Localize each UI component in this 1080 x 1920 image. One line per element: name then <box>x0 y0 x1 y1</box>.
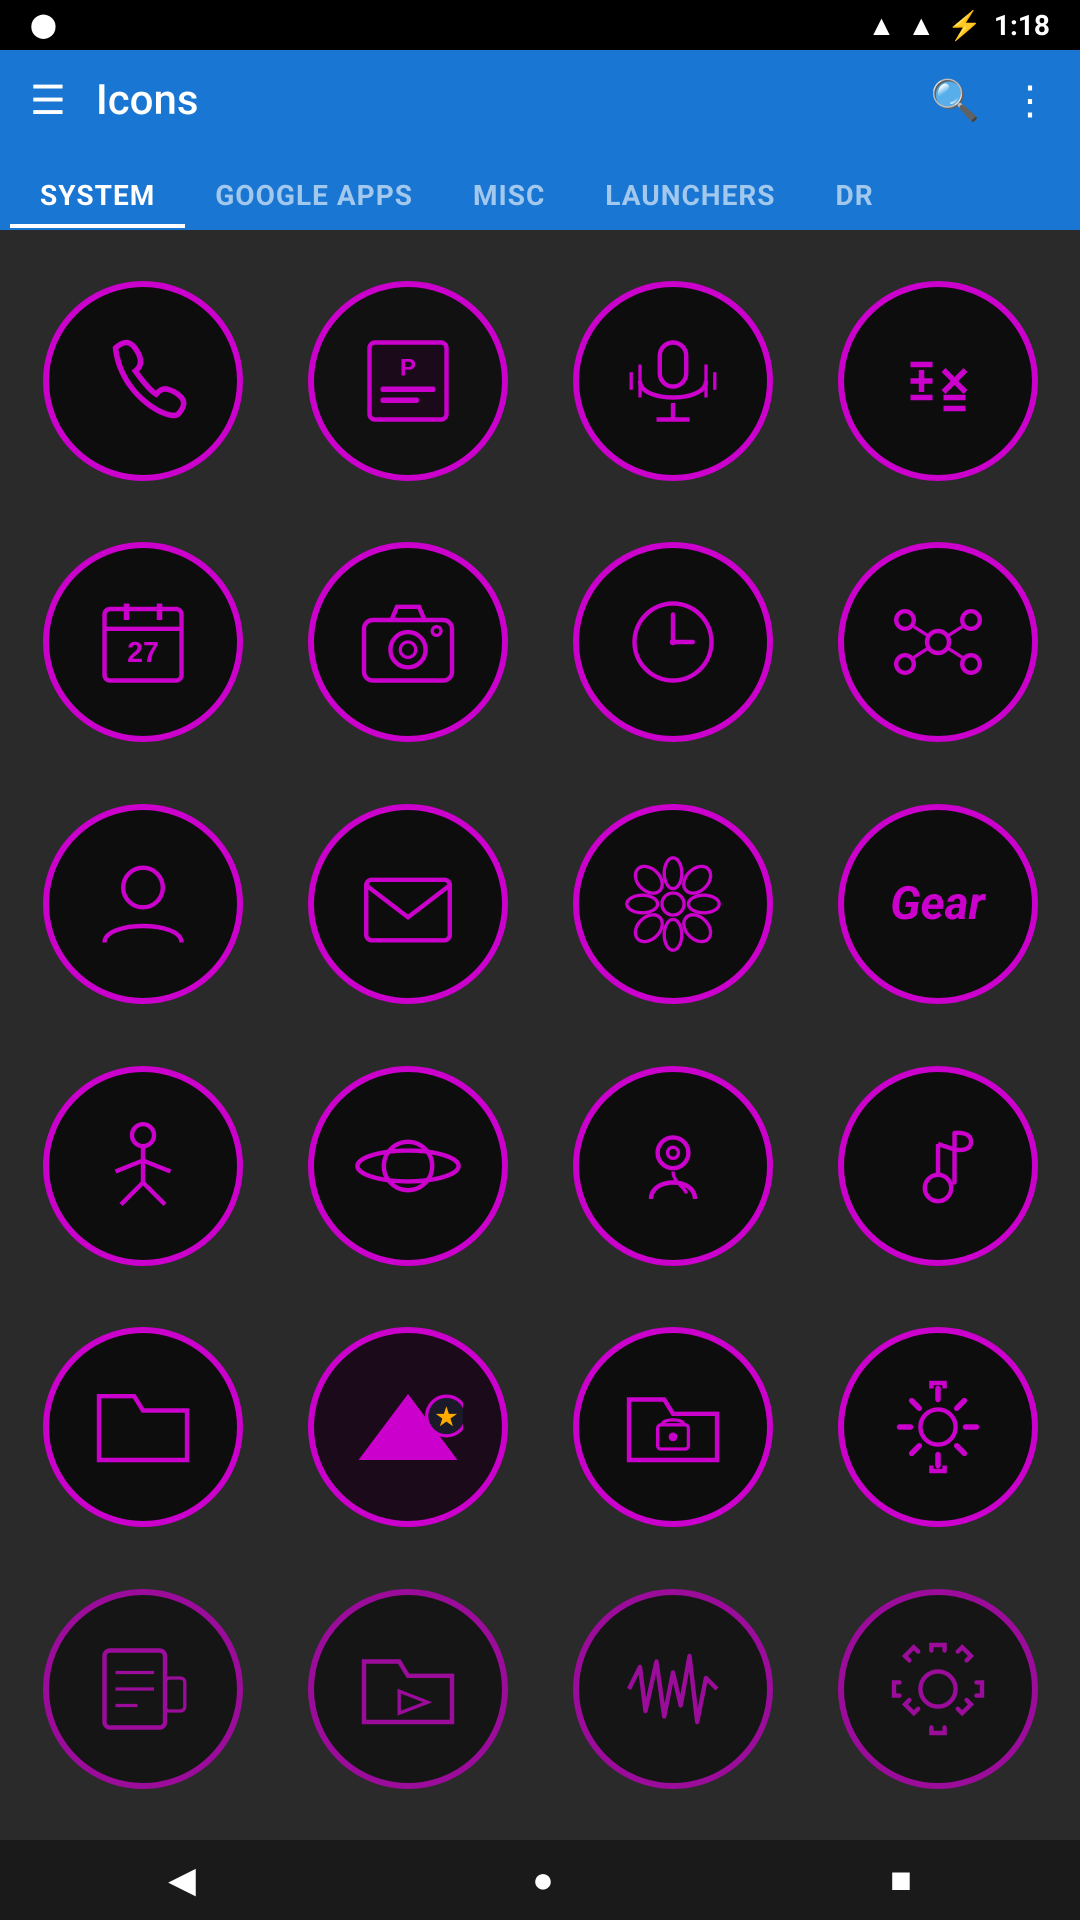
planet-cell <box>285 1045 530 1287</box>
calendar-icon[interactable]: 27 <box>43 542 243 742</box>
recent-button[interactable]: ■ <box>890 1859 912 1901</box>
video-folder-icon[interactable] <box>308 1589 508 1789</box>
nav-bar: ◀ ● ■ <box>0 1840 1080 1920</box>
flower-icon[interactable] <box>573 804 773 1004</box>
settings-icon[interactable] <box>838 1327 1038 1527</box>
battery-icon: ⚡ <box>947 9 982 42</box>
email-cell <box>285 783 530 1025</box>
paint-icon[interactable] <box>43 1589 243 1789</box>
page-title: Icons <box>96 76 900 125</box>
camera-indicator: ⬤ <box>30 11 57 39</box>
svg-text:P: P <box>399 354 415 381</box>
microphone-icon[interactable] <box>573 281 773 481</box>
nodes-cell <box>815 522 1060 764</box>
health-cell <box>550 1045 795 1287</box>
phone-icon[interactable] <box>43 281 243 481</box>
gear-text-cell: Gear <box>815 783 1060 1025</box>
clock-icon[interactable] <box>573 542 773 742</box>
waveform-cell <box>550 1568 795 1810</box>
tab-google-apps[interactable]: GOOGLE APPS <box>185 179 443 228</box>
search-button[interactable]: 🔍 <box>930 77 980 124</box>
calculator-cell <box>815 260 1060 502</box>
clock-cell <box>550 522 795 764</box>
app-bar: ☰ Icons 🔍 ⋮ <box>0 50 1080 150</box>
microphone-cell <box>550 260 795 502</box>
bookmark-icon[interactable]: ★ <box>308 1327 508 1527</box>
folder-cell <box>20 1307 265 1549</box>
signal-icon: ▲ <box>907 9 935 42</box>
calendar-cell: 27 <box>20 522 265 764</box>
gear-bottom-icon[interactable] <box>838 1589 1038 1789</box>
back-button[interactable]: ◀ <box>168 1859 196 1901</box>
svg-text:★: ★ <box>435 1404 457 1431</box>
tab-launchers[interactable]: LAUNCHERS <box>575 179 805 228</box>
camera-cell <box>285 522 530 764</box>
calculator-icon[interactable] <box>838 281 1038 481</box>
svg-text:27: 27 <box>127 637 159 669</box>
status-bar: ⬤ ▲ ▲ ⚡ 1:18 <box>0 0 1080 50</box>
paint-cell <box>20 1568 265 1810</box>
status-icons: ▲ ▲ ⚡ 1:18 <box>868 9 1050 42</box>
video-folder-cell <box>285 1568 530 1810</box>
flower-cell <box>550 783 795 1025</box>
settings-cell <box>815 1307 1060 1549</box>
secure-folder-icon[interactable] <box>573 1327 773 1527</box>
wifi-icon: ▲ <box>868 9 896 42</box>
health-icon[interactable] <box>573 1066 773 1266</box>
tab-system[interactable]: SYSTEM <box>10 179 185 228</box>
gear-bottom-cell <box>815 1568 1060 1810</box>
fitness-cell <box>20 1045 265 1287</box>
home-button[interactable]: ● <box>532 1859 554 1901</box>
poster-cell: P <box>285 260 530 502</box>
fitness-icon[interactable] <box>43 1066 243 1266</box>
gear-text-icon[interactable]: Gear <box>838 804 1038 1004</box>
time: 1:18 <box>994 9 1050 42</box>
contacts-icon[interactable] <box>43 804 243 1004</box>
phone-cell <box>20 260 265 502</box>
camera-icon[interactable] <box>308 542 508 742</box>
gear-label: Gear <box>890 877 985 931</box>
nodes-icon[interactable] <box>838 542 1038 742</box>
folder-icon[interactable] <box>43 1327 243 1527</box>
tab-dr[interactable]: DR <box>806 179 904 228</box>
music-icon[interactable] <box>838 1066 1038 1266</box>
bookmark-cell: ★ <box>285 1307 530 1549</box>
planet-icon[interactable] <box>308 1066 508 1266</box>
tab-bar: SYSTEM GOOGLE APPS MISC LAUNCHERS DR <box>0 150 1080 230</box>
tab-misc[interactable]: MISC <box>443 179 575 228</box>
music-cell <box>815 1045 1060 1287</box>
waveform-icon[interactable] <box>573 1589 773 1789</box>
icon-grid: P <box>0 230 1080 1840</box>
menu-button[interactable]: ☰ <box>30 77 66 124</box>
secure-folder-cell <box>550 1307 795 1549</box>
contacts-cell <box>20 783 265 1025</box>
poster-icon[interactable]: P <box>308 281 508 481</box>
email-icon[interactable] <box>308 804 508 1004</box>
more-button[interactable]: ⋮ <box>1010 77 1050 124</box>
